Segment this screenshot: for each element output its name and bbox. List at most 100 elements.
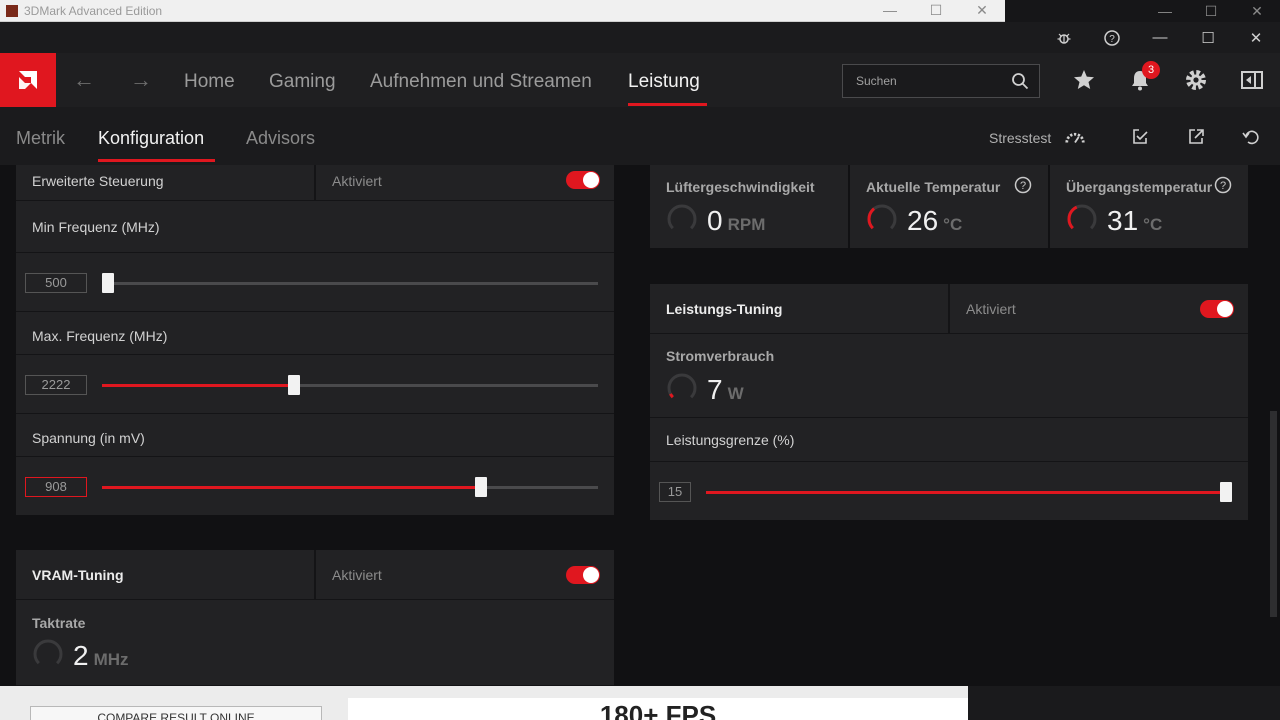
search-input[interactable]: Suchen [842, 64, 1040, 98]
background-window-title: 3DMark Advanced Edition [24, 4, 163, 18]
voltage-slider[interactable] [102, 477, 598, 497]
power-tuning-toggle[interactable] [1200, 300, 1234, 318]
power-draw-gauge-icon [667, 373, 697, 403]
reset-icon[interactable] [1240, 126, 1262, 148]
power-limit-label: Leistungsgrenze (%) [666, 432, 795, 448]
current-temperature-help-icon[interactable]: ? [1014, 176, 1032, 194]
amd-logo[interactable] [0, 53, 56, 107]
export-profile-icon[interactable] [1185, 126, 1207, 148]
fan-speed-unit: RPM [727, 215, 766, 234]
power-draw-value-text: 7W [707, 374, 744, 406]
power-limit-value[interactable]: 15 [659, 482, 691, 502]
nav-item-gaming[interactable]: Gaming [269, 71, 336, 93]
min-frequency-slider-thumb[interactable] [102, 273, 114, 293]
stresstest-label[interactable]: Stresstest [989, 130, 1051, 146]
power-draw-label: Stromverbrauch [666, 348, 775, 364]
fan-speed-label: Lüftergeschwindigkeit [666, 179, 815, 195]
current-temperature-value-text: 26 °C [907, 205, 962, 237]
power-tuning-header-row: Leistungs-Tuning Aktiviert [650, 284, 1248, 334]
voltage-slider-thumb[interactable] [475, 477, 487, 497]
min-frequency-slider[interactable] [102, 273, 598, 293]
min-frequency-label: Min Frequenz (MHz) [32, 219, 160, 235]
nav-item-performance[interactable]: Leistung [628, 71, 700, 93]
power-tuning-status: Aktiviert [966, 301, 1016, 317]
tab-configuration[interactable]: Konfiguration [98, 128, 204, 149]
sidebar-toggle-icon[interactable] [1239, 67, 1265, 93]
vram-tuning-panel: VRAM-Tuning Aktiviert Taktrate 2 MHz [16, 550, 614, 686]
max-frequency-label-row: Max. Frequenz (MHz) [16, 312, 614, 355]
min-frequency-value[interactable]: 500 [25, 273, 87, 293]
settings-gear-icon[interactable] [1183, 67, 1209, 93]
max-frequency-slider-row: 2222 [16, 355, 614, 414]
vram-clock-gauge-icon [33, 639, 63, 669]
stresstest-gauge-icon[interactable] [1064, 126, 1086, 148]
close-icon[interactable]: ✕ [1232, 22, 1280, 53]
tab-advisors[interactable]: Advisors [246, 128, 315, 149]
junction-temperature-help-icon[interactable]: ? [1214, 176, 1232, 194]
maximize-icon[interactable]: ☐ [913, 0, 959, 22]
power-limit-label-row: Leistungsgrenze (%) [650, 418, 1248, 462]
junction-temperature-value: 31 [1107, 205, 1139, 236]
current-temperature-unit: °C [943, 215, 963, 234]
power-limit-slider[interactable] [706, 482, 1232, 502]
nav-item-recording-streaming[interactable]: Aufnehmen und Streamen [370, 71, 592, 93]
max-frequency-slider[interactable] [102, 375, 598, 395]
back-arrow-icon[interactable]: ← [73, 67, 95, 93]
forward-arrow-icon[interactable]: → [130, 67, 152, 93]
minimize-icon[interactable]: — [1142, 0, 1188, 22]
max-frequency-slider-fill [102, 384, 294, 387]
favorites-star-icon[interactable] [1071, 67, 1097, 93]
compare-result-online-button[interactable]: COMPARE RESULT ONLINE [30, 706, 322, 720]
vram-tuning-header-row: VRAM-Tuning Aktiviert [16, 550, 614, 600]
power-limit-slider-row: 15 [650, 462, 1248, 520]
bug-report-icon[interactable] [1040, 22, 1088, 53]
vram-clock-value-text: 2 MHz [73, 640, 129, 672]
vram-tuning-label: VRAM-Tuning [32, 567, 124, 583]
help-icon[interactable]: ? [1088, 22, 1136, 53]
fan-speed-value-text: 0 RPM [707, 205, 765, 237]
max-frequency-slider-thumb[interactable] [288, 375, 300, 395]
main-navbar: ← → Home Gaming Aufnehmen und Streamen L… [0, 53, 1280, 107]
power-limit-slider-thumb[interactable] [1220, 482, 1232, 502]
background-window-titlebar: 3DMark Advanced Edition — ☐ ✕ [0, 0, 1005, 22]
vram-clock-value: 2 [73, 640, 89, 671]
power-draw-row: Stromverbrauch 7W [650, 334, 1248, 418]
voltage-value[interactable]: 908 [25, 477, 87, 497]
vram-tuning-status: Aktiviert [332, 567, 382, 583]
min-frequency-slider-row: 500 [16, 253, 614, 312]
vram-tuning-toggle[interactable] [566, 566, 600, 584]
advanced-control-label: Erweiterte Steuerung [32, 173, 164, 189]
junction-temperature-value-text: 31 °C [1107, 205, 1162, 237]
voltage-slider-row: 908 [16, 457, 614, 515]
vram-clock-label: Taktrate [32, 615, 86, 631]
advanced-control-toggle[interactable] [566, 171, 600, 189]
power-tuning-panel: Leistungs-Tuning Aktiviert Stromverbrauc… [650, 284, 1248, 520]
amd-software-window: ? — ☐ ✕ ← → Home Gaming Aufnehmen und St… [0, 22, 1280, 686]
power-draw-unit: W [727, 384, 744, 403]
close-icon[interactable]: ✕ [1234, 0, 1280, 22]
maximize-icon[interactable]: ☐ [1184, 22, 1232, 53]
current-temperature-card: Aktuelle Temperatur ? 26 °C [850, 165, 1048, 248]
minimize-icon[interactable]: — [867, 0, 913, 22]
vram-clock-row: Taktrate 2 MHz [16, 600, 614, 686]
junction-temperature-label: Übergangstemperatur [1066, 179, 1213, 195]
notification-count-badge: 3 [1142, 61, 1160, 79]
nav-item-home[interactable]: Home [184, 71, 235, 93]
close-icon[interactable]: ✕ [959, 0, 1005, 22]
background-window-titlebar-2: — ☐ ✕ [1005, 0, 1280, 22]
import-profile-icon[interactable] [1129, 126, 1151, 148]
fan-temperature-panel: Lüftergeschwindigkeit 0 RPM Aktuelle Temp… [650, 165, 1248, 248]
current-temperature-value: 26 [907, 205, 939, 236]
divider [314, 550, 316, 600]
power-limit-slider-fill [706, 491, 1226, 494]
vram-clock-unit: MHz [93, 650, 129, 669]
search-icon[interactable] [1011, 72, 1029, 95]
voltage-slider-fill [102, 486, 481, 489]
voltage-label-row: Spannung (in mV) [16, 414, 614, 457]
minimize-icon[interactable]: — [1136, 22, 1184, 53]
power-tuning-label: Leistungs-Tuning [666, 301, 783, 317]
maximize-icon[interactable]: ☐ [1188, 0, 1234, 22]
max-frequency-value[interactable]: 2222 [25, 375, 87, 395]
scrollbar[interactable] [1270, 411, 1277, 617]
tab-metrics[interactable]: Metrik [16, 128, 65, 149]
